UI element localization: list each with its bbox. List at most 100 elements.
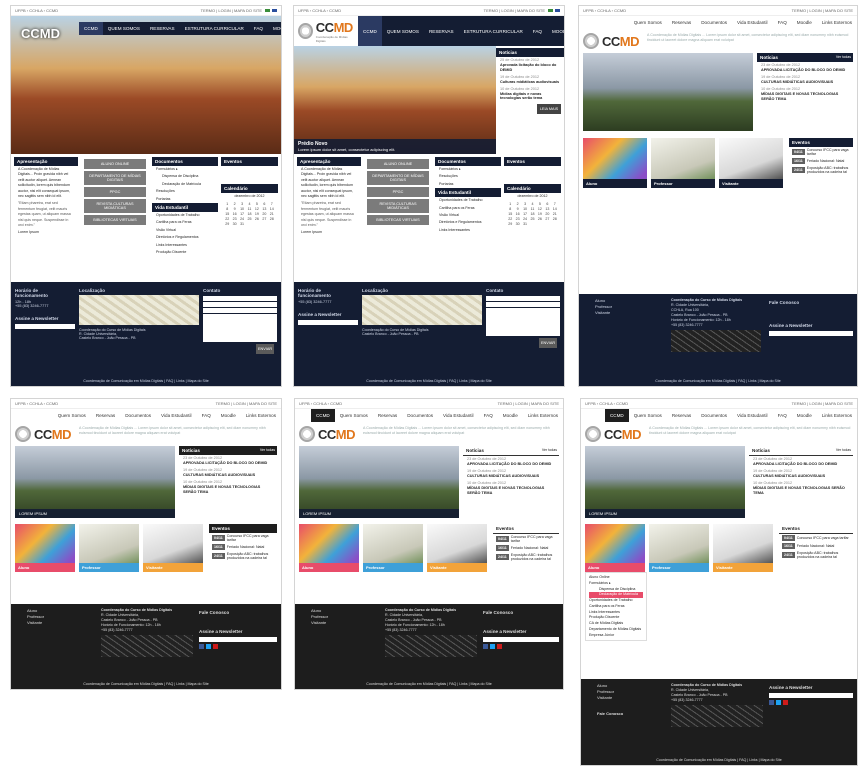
name-input[interactable] [203, 296, 277, 301]
event-item[interactable]: 16/11 Feriado Nacional: Natal [779, 542, 853, 550]
news-item[interactable]: CULTURAS MIDIÁTICAS AUDIOVISUAIS [467, 474, 555, 479]
calendar-day[interactable]: 16 [231, 212, 237, 216]
calendar-day[interactable]: 13 [544, 207, 550, 211]
nav-item[interactable]: Moodle [792, 409, 817, 422]
calendar-day[interactable]: 8 [224, 207, 230, 211]
nav-item[interactable]: Links Externos [241, 409, 281, 422]
breadcrumb[interactable]: UFPB › CCHLA › CCMD [298, 8, 341, 13]
calendar-day[interactable]: 23 [514, 217, 520, 221]
news-item[interactable]: MÍDIAS DIGITAIS E NOVAS TECNOLOGIAS SERÃ… [183, 485, 273, 495]
dropdown-item[interactable]: Departamento de Mídias Digitais [589, 627, 643, 633]
logo[interactable]: CCMD [295, 422, 359, 446]
nav-item[interactable]: CCMD [358, 16, 382, 46]
flag-br-icon[interactable] [265, 9, 270, 12]
youtube-icon[interactable] [497, 644, 502, 649]
nav-item[interactable]: RESERVAS [424, 16, 459, 46]
nav-item[interactable]: Links Externos [523, 409, 563, 422]
logo[interactable]: CCMD [11, 422, 75, 446]
logo[interactable]: CCMD [581, 422, 645, 446]
calendar-day[interactable]: 26 [254, 217, 260, 221]
utility-links[interactable]: TERMO | LOGIN | MAPA DO SITE [216, 401, 277, 406]
calendar-day[interactable]: 19 [254, 212, 260, 216]
location-map[interactable] [385, 635, 477, 658]
contact-us-title[interactable]: Fale Conosco [769, 298, 853, 307]
event-item[interactable]: 04/11 Concurso IFCC para vaga tarifar [209, 533, 277, 543]
calendar-day[interactable]: 20 [544, 212, 550, 216]
flag-en-icon[interactable] [555, 9, 560, 12]
calendar-day[interactable]: 1 [224, 202, 230, 206]
news-item[interactable]: 19 de Outubro de 2012 Culturas midiáticas… [496, 74, 564, 86]
calendar-day[interactable]: 24 [239, 217, 245, 221]
student-item[interactable]: Produção Discente [152, 249, 218, 256]
utility-links[interactable]: TERMO | LOGIN | MAPA DO SITE [792, 401, 853, 406]
see-all-link[interactable]: Ver todas [258, 446, 277, 455]
event-item[interactable]: 24/11 Exposição ABC: trabalhos produzidos… [493, 552, 559, 562]
location-map[interactable] [101, 635, 193, 658]
tile-visitante[interactable]: Visitante [427, 524, 487, 572]
location-map[interactable] [671, 705, 763, 728]
news-item[interactable]: APROVADA LICITAÇÃO DO BLOCO DO DEMID [183, 461, 273, 466]
student-item[interactable]: Visão Virtual [435, 212, 501, 219]
breadcrumb[interactable]: UFPB › CCHLA › CCMD [583, 8, 626, 13]
side-button[interactable]: BIBLIOTECAS VIRTUAIS [367, 215, 429, 225]
calendar-day[interactable]: 4 [529, 202, 535, 206]
calendar-day[interactable]: 13 [261, 207, 267, 211]
twitter-icon[interactable] [776, 700, 781, 705]
newsletter-email-input[interactable] [483, 637, 559, 642]
event-item[interactable]: 16/11 Feriado Nacional: Natal [209, 543, 277, 551]
nav-item[interactable]: FAQ [249, 22, 268, 35]
name-input[interactable] [486, 296, 560, 301]
nav-item[interactable]: FAQ [197, 409, 216, 422]
calendar-day[interactable]: 5 [254, 202, 260, 206]
calendar-day[interactable]: 2 [514, 202, 520, 206]
calendar-day[interactable]: 29 [507, 222, 513, 226]
side-button[interactable]: DEPARTAMENTO DE MÍDIAS DIGITAIS [367, 171, 429, 185]
location-map[interactable] [79, 295, 199, 325]
aluno-dropdown-menu[interactable]: Aluno Online Formulários ▸ Dispensa de D… [585, 572, 647, 642]
tile-professor[interactable]: Professor [79, 524, 139, 572]
email-input[interactable] [203, 302, 277, 307]
news-item[interactable]: CULTURAS MIDIÁTICAS AUDIOVISUAIS [183, 473, 273, 478]
nav-item[interactable]: Quem Somos [629, 16, 667, 29]
utility-links[interactable]: TERMO | LOGIN | MAPA DO SITE [201, 8, 262, 13]
calendar-day[interactable]: 8 [507, 207, 513, 211]
nav-item[interactable]: Documentos [120, 409, 156, 422]
utility-links[interactable]: TERMO | LOGIN | MAPA DO SITE [792, 8, 853, 13]
newsletter-email-input[interactable] [769, 331, 853, 336]
student-item[interactable]: Oportunidades de Trabalho [435, 197, 501, 204]
calendar-grid[interactable]: 1 2 3 4 5 6 7 8 9 10 11 12 13 14 15 16 17 18 19 20 21 22 23 24 2… [221, 200, 278, 228]
calendar-day[interactable]: 17 [239, 212, 245, 216]
see-all-link[interactable]: Ver todas [540, 446, 559, 455]
nav-item[interactable]: FAQ [528, 16, 547, 46]
event-item[interactable]: 16/11 Feriado Nacional: Natal [493, 544, 559, 552]
news-item[interactable]: 10 de Outubro de 2012 Mídias digitais e n… [496, 86, 564, 103]
tile-professor[interactable]: Professor [651, 138, 715, 188]
nav-item[interactable]: Vida Estudantil [732, 16, 773, 29]
calendar-day[interactable]: 9 [231, 207, 237, 211]
calendar-day[interactable]: 10 [522, 207, 528, 211]
event-item[interactable]: 04/11 Concurso IFCC para vaga tarifar [779, 534, 853, 542]
doc-item[interactable]: Dispensa de Disciplina [152, 173, 218, 180]
calendar-day[interactable]: 16 [514, 212, 520, 216]
calendar-day[interactable]: 20 [261, 212, 267, 216]
nav-item[interactable]: Links Externos [817, 16, 857, 29]
newsletter-email-input[interactable] [199, 637, 277, 642]
nav-item[interactable]: FAQ [773, 409, 792, 422]
facebook-icon[interactable] [769, 700, 774, 705]
location-map[interactable] [362, 295, 482, 325]
footer-credit[interactable]: Coordenação de Comunicação em Mídias Dig… [295, 679, 563, 689]
contact-us-title[interactable]: Fale Conosco [199, 608, 277, 617]
tile-aluno[interactable]: Aluno [15, 524, 75, 572]
see-all-link[interactable]: Ver todas [834, 53, 853, 62]
calendar-day[interactable]: 22 [224, 217, 230, 221]
utility-links[interactable]: TERMO | LOGIN | MAPA DO SITE [498, 401, 559, 406]
footer-menu-item[interactable]: Visitante [595, 310, 663, 316]
calendar-day[interactable]: 7 [552, 202, 558, 206]
nav-item[interactable]: Quem Somos [629, 409, 667, 422]
nav-item[interactable]: Moodle [216, 409, 241, 422]
logo[interactable]: CCMD [579, 29, 643, 53]
calendar-day[interactable]: 5 [537, 202, 543, 206]
nav-item[interactable]: Moodle [498, 409, 523, 422]
doc-item[interactable]: Resoluções [152, 188, 218, 195]
nav-item[interactable]: Vida Estudantil [156, 409, 197, 422]
